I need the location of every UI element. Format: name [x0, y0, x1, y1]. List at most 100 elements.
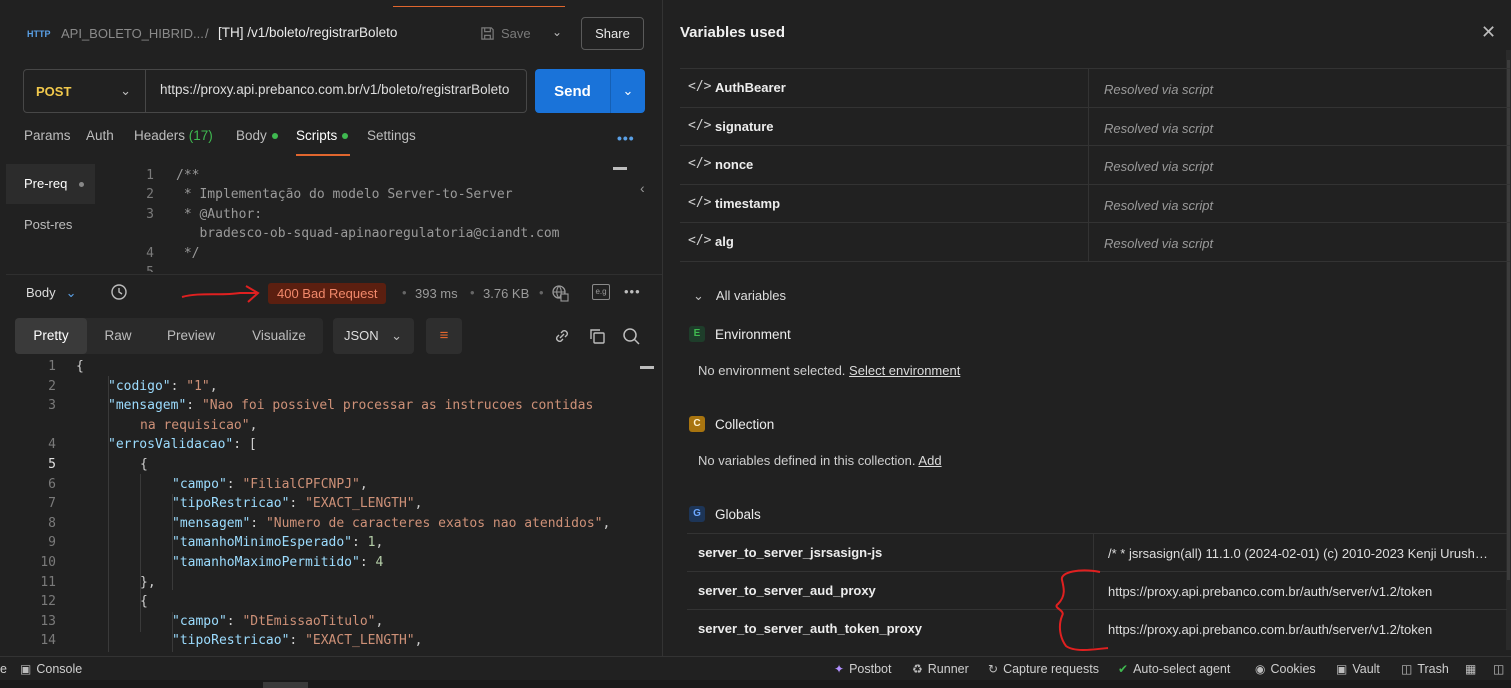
- view-pretty[interactable]: Pretty: [15, 318, 87, 354]
- more-options-icon[interactable]: •••: [624, 284, 641, 299]
- history-icon[interactable]: [110, 283, 128, 301]
- variable-name: alg: [715, 234, 734, 249]
- json-token: "tamanhoMaximoPermitido": [172, 555, 360, 570]
- window-bottom-strip: [0, 680, 1511, 688]
- send-button[interactable]: Send: [535, 69, 610, 113]
- cookies-button[interactable]: ◉ Cookies: [1255, 662, 1316, 676]
- body-indicator-dot: [271, 133, 278, 140]
- response-body-select[interactable]: Body ⌄: [26, 285, 77, 301]
- url-input[interactable]: https://proxy.api.prebanco.com.br/v1/bol…: [160, 82, 522, 97]
- layout-icon[interactable]: ▦: [1465, 662, 1476, 676]
- script-editor[interactable]: 1 /** 2 * Implementação do modelo Server-t…: [96, 164, 636, 272]
- json-line: 1{: [6, 357, 646, 377]
- capture-requests-button[interactable]: ↻ Capture requests: [988, 662, 1099, 676]
- status-badge[interactable]: 400 Bad Request: [268, 283, 387, 304]
- view-preview[interactable]: Preview: [153, 318, 229, 354]
- json-line: 12 {: [6, 592, 646, 612]
- tab-scripts[interactable]: Scripts: [296, 128, 349, 143]
- editor-scrollbar[interactable]: [613, 167, 627, 170]
- copy-icon[interactable]: [587, 326, 607, 346]
- used-variable-row[interactable]: </> timestamp Resolved via script: [680, 183, 1510, 224]
- used-variable-row[interactable]: </> AuthBearer Resolved via script: [680, 68, 1510, 108]
- save-button[interactable]: Save: [480, 21, 531, 45]
- request-name[interactable]: [TH] /v1/boleto/registrarBoleto: [218, 25, 397, 40]
- status-partial-item[interactable]: e: [0, 662, 7, 676]
- vault-label: Vault: [1352, 662, 1380, 676]
- auto-select-agent-button[interactable]: ✔ Auto-select agent: [1118, 662, 1230, 676]
- more-options-icon[interactable]: •••: [617, 130, 635, 146]
- console-label: Console: [36, 662, 83, 676]
- json-line: 5{: [6, 455, 646, 475]
- used-variable-row[interactable]: </> alg Resolved via script: [680, 222, 1510, 262]
- json-token: "Numero de caracteres exatos nao atendid…: [265, 515, 603, 531]
- runner-icon: ♻: [912, 662, 923, 676]
- tab-headers-label: Headers: [134, 128, 186, 143]
- script-line-text: * Implementação do modelo Server-to-Serv…: [176, 187, 513, 202]
- network-globe-icon[interactable]: [551, 284, 569, 302]
- line-number: 10: [40, 555, 56, 570]
- postbot-button[interactable]: ✦ Postbot: [834, 662, 891, 676]
- json-token: : [: [233, 437, 257, 453]
- table-bottom-border: [680, 261, 1510, 262]
- separator-dot: •: [539, 285, 544, 300]
- search-icon[interactable]: [621, 326, 641, 346]
- vault-button[interactable]: ▣ Vault: [1336, 662, 1380, 676]
- chevron-down-icon[interactable]: ⌄: [552, 25, 566, 39]
- all-variables-toggle[interactable]: ⌄ All variables: [693, 288, 786, 304]
- postbot-label: Postbot: [849, 662, 892, 676]
- capture-icon: ↻: [988, 662, 999, 676]
- json-token: ,: [209, 378, 218, 394]
- trash-button[interactable]: ◫ Trash: [1401, 662, 1449, 676]
- json-token: "mensagem": [172, 515, 251, 531]
- tab-params[interactable]: Params: [24, 128, 71, 143]
- separator-dot: •: [470, 285, 475, 300]
- json-token: ,: [414, 633, 423, 649]
- horizontal-scrollbar-thumb[interactable]: [263, 682, 308, 688]
- json-line: na requisicao",: [6, 416, 646, 436]
- share-button[interactable]: Share: [581, 17, 644, 50]
- chevron-down-icon: ⌄: [65, 285, 77, 300]
- used-variable-row[interactable]: </> signature Resolved via script: [680, 106, 1510, 147]
- method-select[interactable]: POST ⌄: [24, 70, 146, 112]
- code-icon: </>: [688, 233, 712, 248]
- response-body-editor[interactable]: 1{2 "codigo": "1", 3 "mensagem": "Nao foi p…: [6, 356, 656, 652]
- json-line: 10 "tamanhoMaximoPermitido": 4: [6, 553, 646, 573]
- annotation-brace: [1055, 569, 1109, 651]
- view-raw[interactable]: Raw: [87, 318, 149, 354]
- console-button[interactable]: ▣ Console: [20, 662, 82, 676]
- tab-auth[interactable]: Auth: [86, 128, 114, 143]
- script-tab-post-response[interactable]: Post-res: [6, 205, 95, 245]
- line-number: 1: [48, 359, 56, 374]
- view-visualize[interactable]: Visualize: [237, 318, 321, 354]
- add-collection-variable-link[interactable]: Add: [918, 453, 941, 468]
- help-icon[interactable]: ◫: [1493, 662, 1504, 676]
- json-line-text: "tamanhoMaximoPermitido": 4: [172, 553, 383, 573]
- runner-button[interactable]: ♻ Runner: [912, 662, 969, 676]
- wrap-lines-icon[interactable]: ≡: [426, 318, 462, 354]
- json-line: 14 "tipoRestricao": "EXACT_LENGTH",: [6, 631, 646, 651]
- script-tab-pre-request[interactable]: Pre-req: [6, 164, 95, 204]
- tab-settings[interactable]: Settings: [367, 128, 416, 143]
- tab-body[interactable]: Body: [236, 128, 278, 143]
- response-scrollbar[interactable]: [640, 366, 654, 369]
- line-number: 9: [48, 535, 56, 551]
- line-number: 5: [96, 265, 154, 272]
- breadcrumb-collection[interactable]: API_BOLETO_HIBRID...: [61, 26, 204, 41]
- line-number: 13: [40, 613, 56, 629]
- trash-label: Trash: [1417, 662, 1449, 676]
- used-variable-row[interactable]: </> nonce Resolved via script: [680, 145, 1510, 185]
- line-number: 8: [48, 515, 56, 531]
- save-response-icon[interactable]: e.g: [592, 284, 610, 300]
- separator-dot: •: [402, 285, 407, 300]
- close-icon[interactable]: ✕: [1481, 22, 1496, 43]
- tab-headers[interactable]: Headers (17): [134, 128, 213, 143]
- select-environment-link[interactable]: Select environment: [849, 363, 960, 378]
- line-number: 3: [48, 398, 56, 414]
- indent-guide: [140, 474, 141, 632]
- format-select[interactable]: JSON ⌄: [333, 318, 414, 354]
- link-icon[interactable]: [552, 326, 572, 346]
- response-time[interactable]: 393 ms: [415, 286, 458, 301]
- chevron-left-icon[interactable]: ‹: [640, 180, 645, 196]
- send-options-chevron-icon[interactable]: ⌄: [610, 69, 645, 113]
- response-size[interactable]: 3.76 KB: [483, 286, 529, 301]
